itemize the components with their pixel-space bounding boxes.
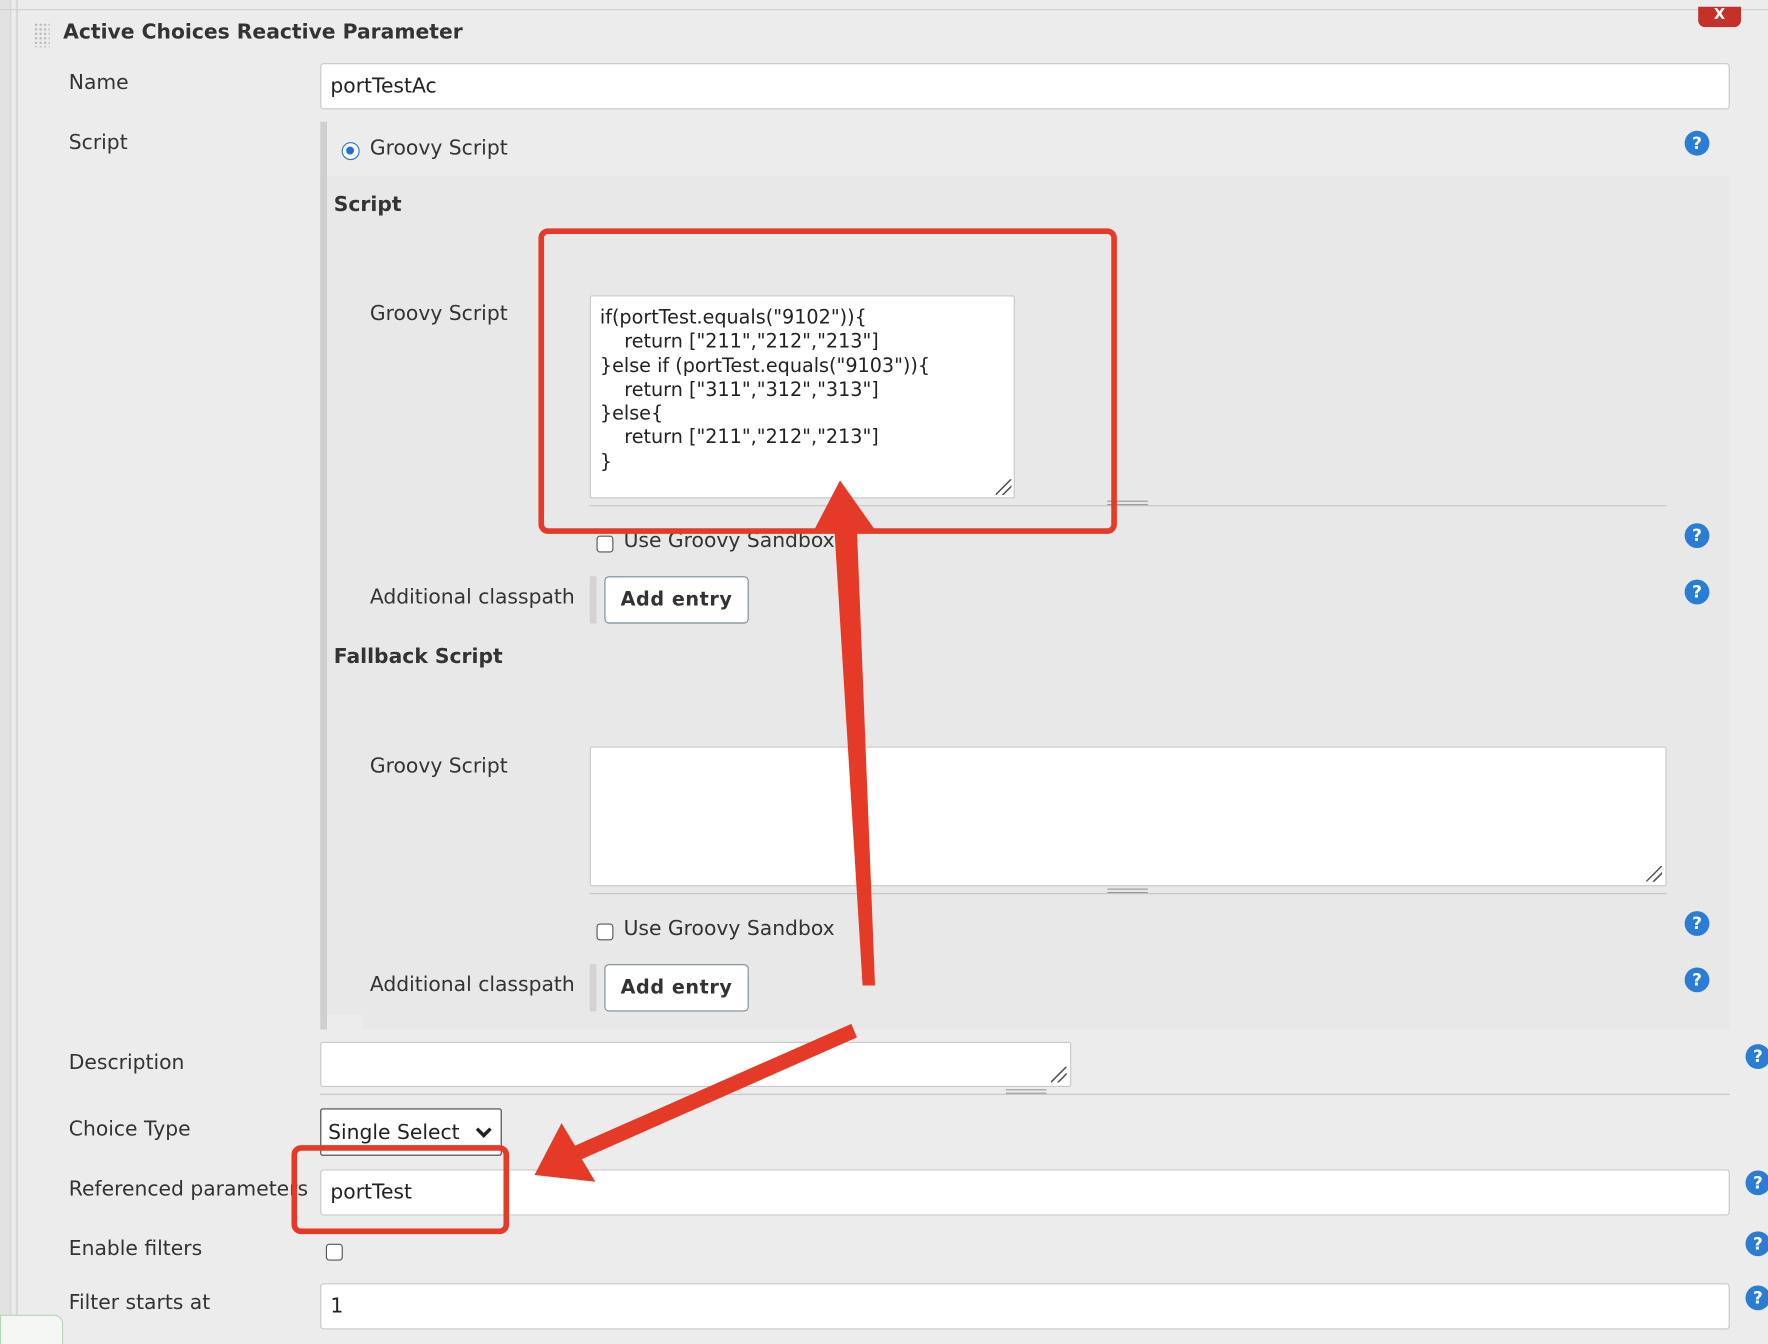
- referenced-parameters-input[interactable]: portTest: [320, 1169, 1730, 1216]
- fallback-additional-classpath-label: Additional classpath: [369, 973, 575, 997]
- choice-type-selected: Single Select: [328, 1120, 460, 1144]
- help-icon[interactable]: ?: [1684, 130, 1710, 156]
- parameter-title: Active Choices Reactive Parameter: [63, 20, 463, 44]
- help-icon[interactable]: ?: [1684, 523, 1710, 549]
- code-line: return ["311","312","313"]: [599, 378, 879, 402]
- description-divider: [320, 1093, 1730, 1095]
- textarea-divider: [589, 893, 1667, 895]
- enable-filters-label: Enable filters: [68, 1236, 203, 1261]
- page: Active Choices Reactive Parameter X Name…: [0, 0, 1768, 1344]
- name-input[interactable]: portTestAc: [320, 63, 1730, 110]
- fallback-use-groovy-sandbox-checkbox[interactable]: [596, 923, 614, 941]
- choice-type-label: Choice Type: [68, 1117, 191, 1142]
- resize-handle-icon[interactable]: [1050, 1066, 1067, 1083]
- description-textarea[interactable]: [320, 1041, 1072, 1088]
- help-icon[interactable]: ?: [1684, 911, 1710, 936]
- script-panel-bar: [320, 121, 328, 1030]
- script-label: Script: [68, 130, 128, 155]
- textarea-drag-grip[interactable]: [1107, 888, 1148, 894]
- filter-starts-at-label: Filter starts at: [68, 1291, 211, 1315]
- groovy-script-radio-label: Groovy Script: [369, 136, 508, 161]
- groovy-script-label: Groovy Script: [369, 302, 508, 326]
- fallback-groovy-script-label: Groovy Script: [369, 754, 508, 779]
- left-border-inner: [15, 0, 19, 1344]
- code-line: }else if (portTest.equals("9103")){: [599, 354, 931, 378]
- left-border: [0, 0, 12, 1344]
- additional-classpath-label: Additional classpath: [369, 585, 575, 609]
- bottom-left-tab: [0, 1314, 64, 1344]
- description-label: Description: [68, 1050, 185, 1075]
- script-panel-notch: [327, 1014, 364, 1031]
- classpath-bar: [589, 964, 597, 1012]
- textarea-divider: [589, 505, 1667, 507]
- drag-handle-icon[interactable]: [33, 22, 50, 48]
- classpath-bar: [589, 576, 597, 624]
- help-icon[interactable]: ?: [1745, 1231, 1768, 1257]
- textarea-drag-grip[interactable]: [1005, 1089, 1047, 1094]
- resize-handle-icon[interactable]: [1646, 865, 1663, 882]
- use-groovy-sandbox-checkbox[interactable]: [596, 535, 614, 553]
- help-icon[interactable]: ?: [1745, 1044, 1768, 1069]
- name-label: Name: [68, 71, 129, 95]
- delete-parameter-button[interactable]: X: [1698, 6, 1742, 28]
- code-line: return ["211","212","213"]: [599, 330, 879, 354]
- filter-starts-at-input[interactable]: 1: [320, 1283, 1730, 1330]
- help-icon[interactable]: ?: [1745, 1285, 1768, 1311]
- groovy-script-textarea[interactable]: if(portTest.equals("9102")){ return ["21…: [589, 295, 1015, 499]
- script-radio-row: [327, 121, 1730, 176]
- fallback-add-entry-button[interactable]: Add entry: [604, 964, 749, 1012]
- use-groovy-sandbox-label: Use Groovy Sandbox: [623, 528, 835, 553]
- script-section-title: Script: [333, 192, 402, 217]
- fallback-use-groovy-sandbox-label: Use Groovy Sandbox: [623, 916, 835, 941]
- chevron-down-icon: [475, 1121, 492, 1138]
- code-line: if(portTest.equals("9102")){: [599, 306, 867, 330]
- fallback-groovy-script-textarea[interactable]: [589, 746, 1667, 887]
- fallback-script-section-title: Fallback Script: [333, 644, 503, 669]
- textarea-drag-grip[interactable]: [1107, 500, 1148, 506]
- resize-handle-icon[interactable]: [995, 479, 1012, 496]
- groovy-script-radio[interactable]: [341, 142, 360, 161]
- help-icon[interactable]: ?: [1684, 967, 1710, 993]
- code-line: }else{: [599, 402, 664, 426]
- enable-filters-checkbox[interactable]: [325, 1243, 343, 1261]
- code-line: return ["211","212","213"]: [599, 426, 879, 450]
- choice-type-select[interactable]: Single Select: [320, 1108, 502, 1156]
- add-entry-button[interactable]: Add entry: [604, 576, 749, 624]
- code-line: }: [599, 450, 613, 474]
- help-icon[interactable]: ?: [1684, 579, 1710, 605]
- top-divider: [0, 9, 1768, 11]
- referenced-parameters-label: Referenced parameters: [68, 1177, 309, 1201]
- help-icon[interactable]: ?: [1745, 1170, 1768, 1196]
